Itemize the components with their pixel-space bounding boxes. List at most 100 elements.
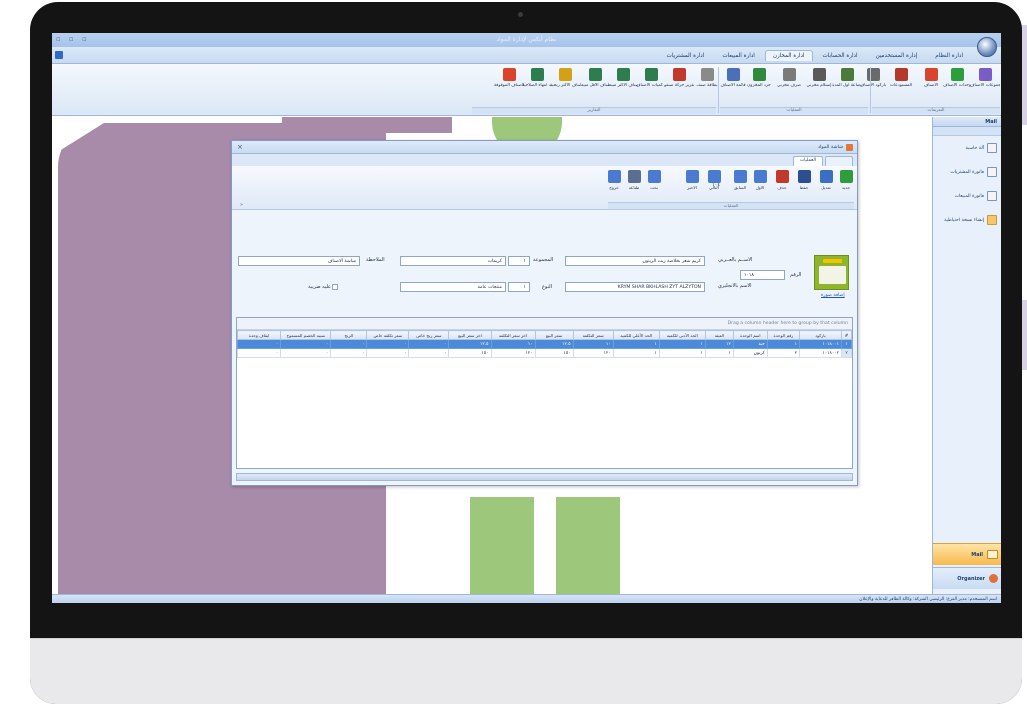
table-cell[interactable]: ١٢ bbox=[704, 339, 734, 349]
ribbon-button-receive[interactable]: إستلام مخزني bbox=[804, 68, 834, 88]
toolbar-pin-icon[interactable]: » bbox=[240, 202, 243, 208]
menu-tab[interactable]: إدارة المستخدمين bbox=[868, 50, 926, 61]
tab-other[interactable] bbox=[825, 156, 853, 166]
column-header[interactable]: اخر سعر التكلفة bbox=[490, 330, 536, 340]
close-icon[interactable]: × bbox=[237, 143, 243, 151]
column-header[interactable]: سعر ربح خاص bbox=[408, 330, 450, 340]
table-cell[interactable]: ١ bbox=[612, 348, 660, 358]
column-header[interactable]: الحد الأعلى للكمية bbox=[612, 330, 660, 340]
table-cell[interactable]: كرتون bbox=[732, 348, 768, 358]
new-button[interactable]: جديد bbox=[836, 170, 856, 190]
table-cell[interactable]: حبة bbox=[732, 339, 768, 349]
tax-checkbox[interactable] bbox=[332, 284, 338, 290]
table-cell[interactable]: ١٠١٨٠٠٢ bbox=[798, 348, 842, 358]
nav-mail-button[interactable]: Mail bbox=[933, 543, 1001, 565]
table-row[interactable]: ٢ ١٠١٨٠٠٢ ٢ كرتون ١ ١ ١ ١٢٠ ١٥٠ ١٢٠ ١٥٠ ٠ ٠ ٠ ٠ ٠ bbox=[236, 348, 853, 358]
ribbon-button-expiry[interactable]: اصناف قرب انتهاء الصلاحية bbox=[522, 68, 552, 88]
ribbon-button-qty-report[interactable]: تقرير كميات الاصناف bbox=[636, 68, 666, 88]
ribbon-button-items[interactable]: الاصناف bbox=[916, 68, 946, 88]
group-name-field[interactable]: كريمات bbox=[400, 256, 506, 266]
column-header[interactable]: اخر سعر البيع bbox=[448, 330, 492, 340]
note-field[interactable]: شاشة الاصناف bbox=[238, 256, 360, 266]
menu-tab[interactable]: ادارة المبيعات bbox=[714, 50, 763, 61]
table-cell[interactable]: ٠ bbox=[366, 339, 410, 349]
menu-tab[interactable]: ادارة المخازن bbox=[764, 50, 813, 61]
table-cell[interactable]: ٠ bbox=[408, 339, 450, 349]
ribbon-button-inventory[interactable]: جرد المخزون bbox=[744, 68, 774, 88]
table-cell[interactable]: ٠ bbox=[408, 348, 450, 358]
table-cell[interactable]: ٠ bbox=[330, 339, 368, 349]
edit-button[interactable]: تعديل bbox=[816, 170, 836, 190]
app-menu-button[interactable] bbox=[977, 37, 997, 57]
shortcut-item-backup[interactable]: إنشاء نسخة احتياطية bbox=[933, 208, 1001, 232]
table-cell[interactable]: ١٢.٥ bbox=[534, 339, 574, 349]
table-cell[interactable]: ٠ bbox=[330, 348, 368, 358]
column-header[interactable]: نسبة الخصم المسموح bbox=[280, 330, 332, 340]
first-button[interactable]: الاول bbox=[750, 170, 770, 190]
column-header[interactable]: رقم الوحدة bbox=[766, 330, 800, 340]
table-cell[interactable]: ١٥٠ bbox=[534, 348, 574, 358]
menu-tab[interactable]: ادارة الحسابات bbox=[815, 50, 866, 61]
exit-button[interactable]: خروج bbox=[604, 170, 624, 190]
table-row[interactable]: ١ ١٠١٨٠٠١ ١ حبة ١٢ ١ ١ ١٠ ١٢.٥ ١٠ ١٢.٥ ٠ ٠ ٠ ٠ ٠ bbox=[236, 339, 853, 349]
ribbon-button-units[interactable]: وحدات الاصناف bbox=[942, 68, 972, 88]
table-cell[interactable]: ١٠ bbox=[572, 339, 614, 349]
nav-organizer-button[interactable]: Organizer bbox=[933, 567, 1001, 589]
ribbon-button-stopped[interactable]: الاصناف الموقوفة bbox=[494, 68, 524, 88]
table-cell[interactable]: ٠ bbox=[366, 348, 410, 358]
group-code-field[interactable]: ١ bbox=[508, 256, 530, 266]
shortcut-item-sales[interactable]: فاتورة المبيعات bbox=[933, 184, 1001, 208]
ribbon-button-groups[interactable]: مجموعات الاصناف bbox=[970, 68, 1000, 88]
prev-button[interactable]: السابق bbox=[730, 170, 750, 190]
column-header[interactable]: # bbox=[840, 330, 853, 340]
table-cell[interactable]: ٠ bbox=[236, 348, 282, 358]
table-cell[interactable]: ١ bbox=[612, 339, 660, 349]
quick-access-icon[interactable] bbox=[55, 51, 63, 59]
column-header[interactable]: سعر التكلفة bbox=[572, 330, 614, 340]
tab-operations[interactable]: العمليات bbox=[792, 156, 823, 166]
name-en-field[interactable]: KRYM SHAR BKHLASH ZYT ALZYTON bbox=[565, 282, 705, 292]
table-cell[interactable]: ٢ bbox=[766, 348, 800, 358]
ribbon-button-bestsellers[interactable]: الاصناف الأكثر مبيعا bbox=[608, 68, 638, 88]
group-by-panel[interactable]: Drag a column header here to group by th… bbox=[237, 318, 852, 330]
type-name-field[interactable]: منتجات عامة bbox=[400, 282, 506, 292]
ribbon-button-profit[interactable]: الاصناف الأكثر ربحية bbox=[550, 68, 580, 88]
table-cell[interactable]: ١٠ bbox=[490, 339, 536, 349]
type-code-field[interactable]: ١ bbox=[508, 282, 530, 292]
column-header[interactable]: سعر البيع bbox=[534, 330, 574, 340]
delete-button[interactable]: حذف bbox=[772, 170, 792, 190]
number-field[interactable]: ١٠١٨ bbox=[740, 270, 785, 280]
column-header[interactable]: باركود bbox=[798, 330, 842, 340]
table-cell[interactable]: ٠ bbox=[280, 348, 332, 358]
column-header[interactable]: سعر تكلفة خاص bbox=[366, 330, 410, 340]
save-button[interactable]: حفظ bbox=[794, 170, 814, 190]
menu-tab[interactable]: ادارة المشتريات bbox=[659, 50, 713, 61]
ribbon-button-opening-stock[interactable]: بضاعة اول المدة bbox=[832, 68, 862, 88]
ribbon-button-warehouse[interactable]: المستودعات bbox=[886, 68, 916, 88]
ribbon-button-list[interactable]: قائمة الاصناف bbox=[718, 68, 748, 88]
table-cell[interactable]: ١ bbox=[658, 348, 706, 358]
table-cell[interactable]: ١٠١٨٠٠١ bbox=[798, 339, 842, 349]
table-cell[interactable]: ١ bbox=[766, 339, 800, 349]
table-cell[interactable]: ١٢٠ bbox=[490, 348, 536, 358]
table-cell[interactable]: ٠ bbox=[236, 339, 282, 349]
column-header[interactable]: العبئة bbox=[704, 330, 734, 340]
ribbon-button-barcode[interactable]: باركود الاصناف bbox=[858, 68, 888, 88]
shortcut-item-purchases[interactable]: فاتورة المشتريات bbox=[933, 160, 1001, 184]
table-cell[interactable]: ١٥٠ bbox=[448, 348, 492, 358]
shortcut-item-calculator[interactable]: آلة حاسبة bbox=[933, 136, 1001, 160]
table-cell[interactable]: ١ bbox=[658, 339, 706, 349]
ribbon-button-movement-report[interactable]: تقرير حركة صنف bbox=[664, 68, 694, 88]
table-cell[interactable]: ١٢.٥ bbox=[448, 339, 492, 349]
table-cell[interactable]: ١٢٠ bbox=[572, 348, 614, 358]
column-header[interactable]: الحد الأدنى للكمية bbox=[658, 330, 706, 340]
column-header[interactable]: ايقاف وحدة bbox=[236, 330, 282, 340]
column-header[interactable]: الربح bbox=[330, 330, 368, 340]
menu-tab[interactable]: ادارة النظام bbox=[927, 50, 971, 61]
ribbon-button-issue[interactable]: صرف مخزني bbox=[774, 68, 804, 88]
name-ar-field[interactable]: كريم شعر بخلاصة زيت الزيتون bbox=[565, 256, 705, 266]
table-cell[interactable]: ٠ bbox=[280, 339, 332, 349]
search-button[interactable]: بحث bbox=[644, 170, 664, 190]
column-header[interactable]: اسم الوحدة bbox=[732, 330, 768, 340]
add-photo-link[interactable]: إضافة صورة bbox=[821, 293, 845, 298]
